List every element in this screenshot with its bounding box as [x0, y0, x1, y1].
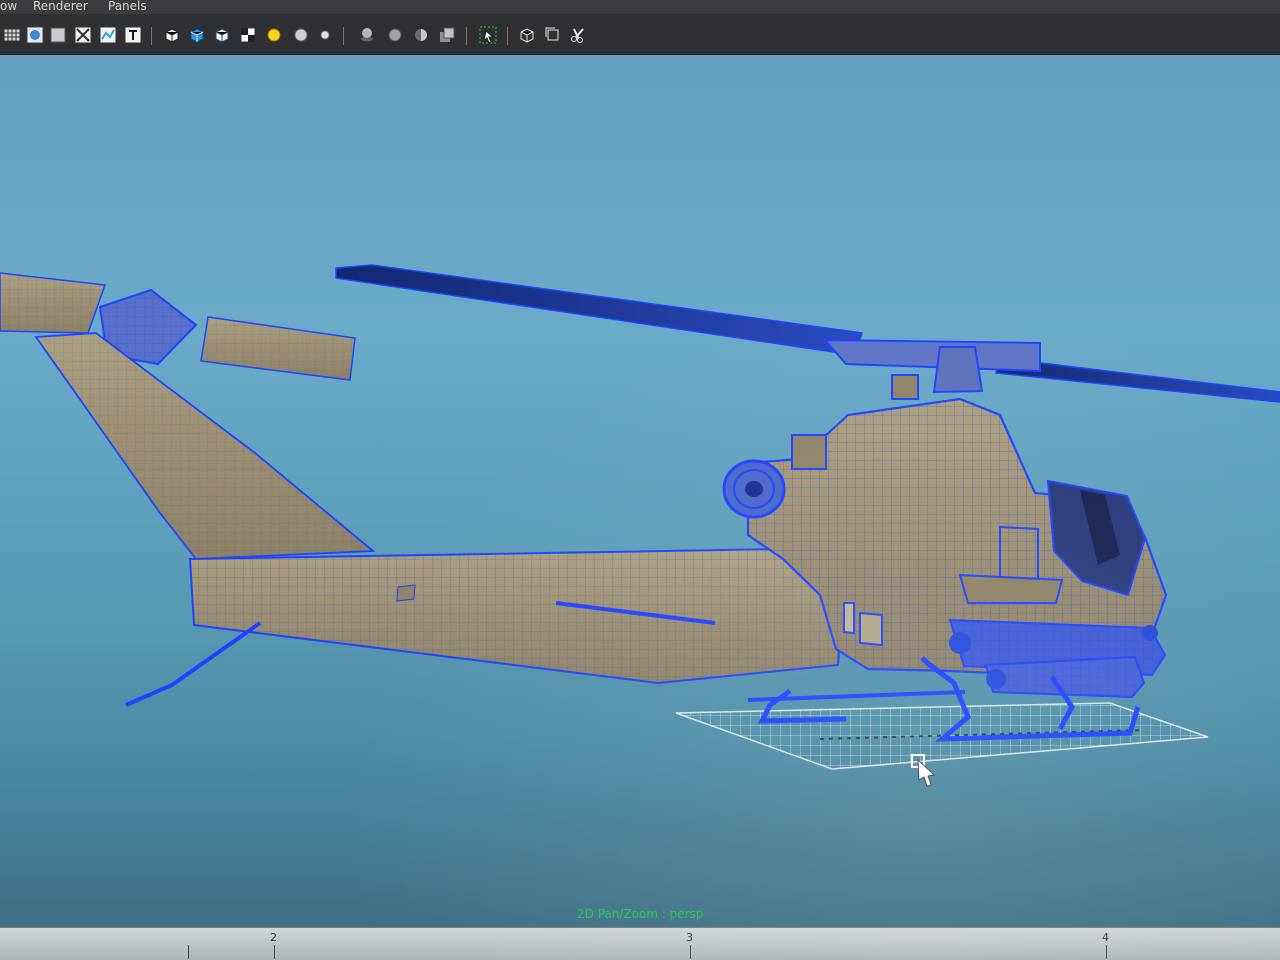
shaded-sphere-icon[interactable] [25, 25, 45, 45]
square-icon[interactable] [48, 25, 68, 45]
timeline-tick-label: 2 [270, 931, 277, 944]
cube-textured-icon[interactable] [212, 25, 232, 45]
menu-bar: ow Renderer Panels [0, 0, 1280, 14]
light-small-icon[interactable] [315, 25, 335, 45]
main-rotor [335, 264, 1280, 403]
menu-item-panels[interactable]: Panels [108, 0, 147, 12]
material-icon[interactable] [437, 25, 457, 45]
sphere-icon[interactable] [385, 25, 405, 45]
timeline-tick-line [274, 945, 275, 959]
menu-item-renderer[interactable]: Renderer [33, 0, 88, 12]
viewport-toolbar [0, 14, 1280, 55]
tail-rotor [0, 272, 356, 381]
grid-icon[interactable] [2, 25, 22, 45]
cube-shaded-icon[interactable] [187, 25, 207, 45]
toolbar-separator [507, 27, 508, 45]
helicopter-wireframe-scene [0, 264, 1280, 787]
wireframe-box-icon[interactable] [73, 25, 93, 45]
toolbar-separator [343, 27, 344, 45]
checker-icon[interactable] [238, 25, 258, 45]
viewport-hud-text: 2D Pan/Zoom : persp [577, 907, 704, 921]
menu-item-view[interactable]: ow [0, 0, 17, 12]
light-gray-icon[interactable] [291, 25, 311, 45]
timeline-tick-line [690, 945, 691, 959]
toolbar-separator [466, 27, 467, 45]
toolbar-separator [151, 27, 152, 45]
text-icon[interactable] [123, 25, 143, 45]
select-highlight-icon[interactable] [478, 25, 498, 45]
tail-skid [125, 621, 262, 707]
tail-boom [188, 547, 844, 685]
timeline-tick-line [188, 945, 189, 959]
light-yellow-icon[interactable] [264, 25, 284, 45]
box-frame-icon[interactable] [543, 25, 563, 45]
cube-wire-icon[interactable] [162, 25, 182, 45]
cube-outline-icon[interactable] [517, 25, 537, 45]
maya-window: ow Renderer Panels 2D Pan/Zoom: persp 2… [0, 0, 1280, 960]
timeline-tick-label: 4 [1102, 931, 1109, 944]
shadow-light-icon[interactable] [357, 25, 377, 45]
timeline-tick-line [1106, 945, 1107, 959]
time-slider[interactable]: 2 3 4 [0, 927, 1280, 960]
scissors-icon[interactable] [568, 25, 588, 45]
texture-icon[interactable] [98, 25, 118, 45]
half-sphere-icon[interactable] [411, 25, 431, 45]
timeline-tick-label: 3 [686, 931, 693, 944]
perspective-viewport[interactable]: 2D Pan/Zoom : persp [0, 55, 1280, 927]
